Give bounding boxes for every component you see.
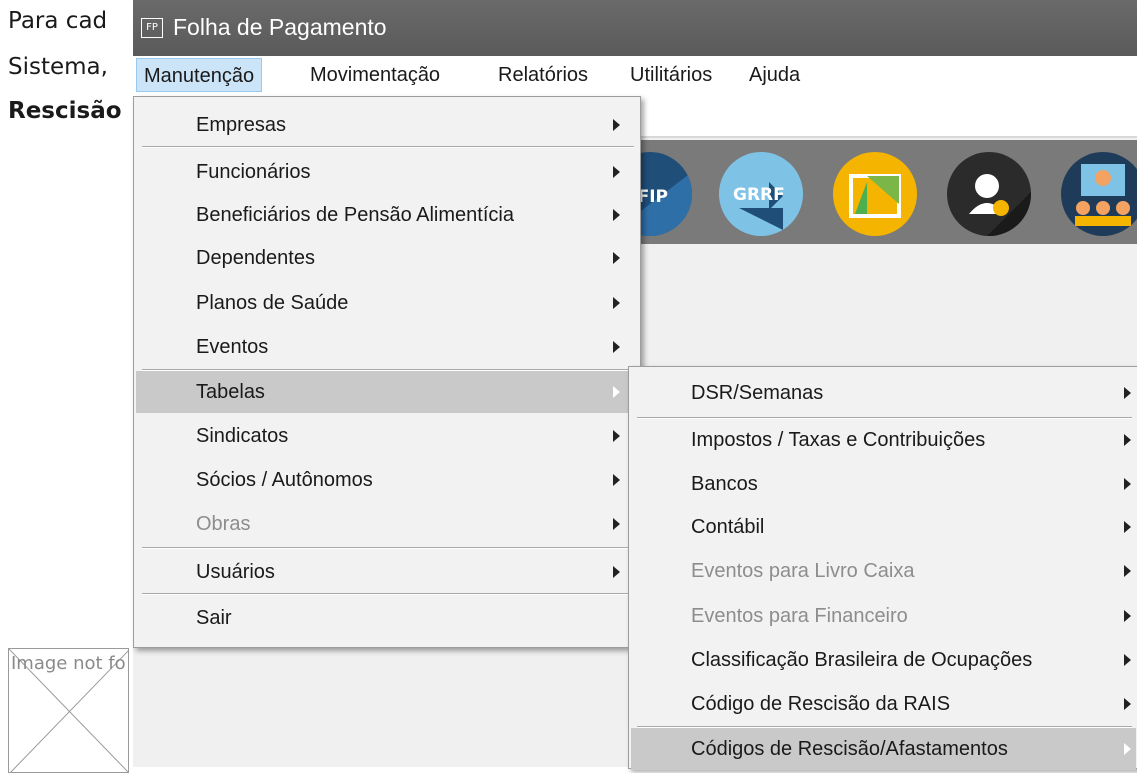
menu-item-obras[interactable]: Obras xyxy=(136,503,638,545)
submenu-item-bancos[interactable]: Bancos xyxy=(631,463,1136,505)
document-text-line-1: Para cad xyxy=(8,8,108,34)
submenu-arrow-icon xyxy=(1124,565,1131,577)
menu-item-label: Código de Rescisão da RAIS xyxy=(691,693,951,715)
title-bar[interactable]: FP Folha de Pagamento xyxy=(133,0,1137,56)
menu-separator xyxy=(142,146,634,148)
menu-item-dependentes[interactable]: Dependentes xyxy=(136,237,638,279)
submenu-item-eventos-livro-caixa[interactable]: Eventos para Livro Caixa xyxy=(631,550,1136,592)
menu-item-label: Eventos para Livro Caixa xyxy=(691,560,915,582)
menu-item-label: Contábil xyxy=(691,516,765,538)
submenu-arrow-icon xyxy=(1124,654,1131,666)
menu-item-label: Códigos de Rescisão/Afastamentos xyxy=(691,738,1008,760)
submenu-item-codigo-rescisao-rais[interactable]: Código de Rescisão da RAIS xyxy=(631,683,1136,725)
menu-movimentacao[interactable]: Movimentação xyxy=(303,58,447,92)
broken-image-placeholder: Image not fo xyxy=(8,648,129,773)
menu-separator xyxy=(142,547,634,549)
submenu-item-dsr-semanas[interactable]: DSR/Semanas xyxy=(631,372,1136,414)
submenu-item-eventos-financeiro[interactable]: Eventos para Financeiro xyxy=(631,595,1136,637)
submenu-arrow-icon xyxy=(1124,743,1131,755)
window-title: Folha de Pagamento xyxy=(173,14,387,40)
tabelas-submenu: DSR/Semanas Impostos / Taxas e Contribui… xyxy=(628,366,1137,770)
menu-item-sindicatos[interactable]: Sindicatos xyxy=(136,415,638,457)
submenu-item-contabil[interactable]: Contábil xyxy=(631,506,1136,548)
submenu-arrow-icon xyxy=(613,566,620,578)
submenu-arrow-icon xyxy=(613,518,620,530)
submenu-arrow-icon xyxy=(613,430,620,442)
menu-item-label: Sindicatos xyxy=(196,425,289,447)
manutencao-menu: Empresas Funcionários Beneficiários de P… xyxy=(133,96,641,648)
menu-bar: Manutenção Movimentação Relatórios Utili… xyxy=(133,56,1137,96)
submenu-item-impostos[interactable]: Impostos / Taxas e Contribuições xyxy=(631,419,1136,461)
menu-item-label: Bancos xyxy=(691,473,758,495)
menu-item-usuarios[interactable]: Usuários xyxy=(136,551,638,593)
menu-item-label: Eventos xyxy=(196,336,269,358)
submenu-arrow-icon xyxy=(613,252,620,264)
menu-item-planos-de-saude[interactable]: Planos de Saúde xyxy=(136,282,638,324)
submenu-arrow-icon xyxy=(1124,521,1131,533)
menu-item-label: Dependentes xyxy=(196,247,315,269)
submenu-arrow-icon xyxy=(613,166,620,178)
menu-item-eventos[interactable]: Eventos xyxy=(136,326,638,368)
submenu-arrow-icon xyxy=(1124,610,1131,622)
grrf-icon[interactable]: GRRF xyxy=(719,152,803,236)
menu-item-label: Obras xyxy=(196,513,251,535)
submenu-arrow-icon xyxy=(613,341,620,353)
menu-item-label: Tabelas xyxy=(196,381,265,403)
submenu-arrow-icon xyxy=(613,119,620,131)
submenu-arrow-icon xyxy=(613,297,620,309)
menu-item-label: Eventos para Financeiro xyxy=(691,605,908,627)
menu-manutencao[interactable]: Manutenção xyxy=(136,58,263,92)
menu-ajuda[interactable]: Ajuda xyxy=(742,58,807,92)
menu-item-socios-autonomos[interactable]: Sócios / Autônomos xyxy=(136,459,638,501)
submenu-arrow-icon xyxy=(1124,698,1131,710)
menu-relatorios[interactable]: Relatórios xyxy=(491,58,595,92)
menu-item-label: DSR/Semanas xyxy=(691,382,824,404)
submenu-arrow-icon xyxy=(613,474,620,486)
menu-item-label: Planos de Saúde xyxy=(196,292,349,314)
menu-item-label: Beneficiários de Pensão Alimentícia xyxy=(196,204,514,226)
submenu-arrow-icon xyxy=(1124,434,1131,446)
document-text-line-2: Sistema, xyxy=(8,54,108,80)
submenu-arrow-icon xyxy=(1124,478,1131,490)
document-text-line-3: Rescisão xyxy=(8,98,122,124)
menu-item-funcionarios[interactable]: Funcionários xyxy=(136,151,638,193)
submenu-item-codigos-rescisao-afastamentos[interactable]: Códigos de Rescisão/Afastamentos xyxy=(631,728,1136,770)
menu-separator xyxy=(142,593,634,595)
menu-item-tabelas[interactable]: Tabelas xyxy=(136,371,638,413)
document-icon[interactable] xyxy=(833,152,917,236)
menu-item-sair[interactable]: Sair xyxy=(136,597,638,639)
menu-item-beneficiarios[interactable]: Beneficiários de Pensão Alimentícia xyxy=(136,194,638,236)
menu-item-label: Classificação Brasileira de Ocupações xyxy=(691,649,1033,671)
support-icon[interactable] xyxy=(947,152,1031,236)
menu-item-label: Funcionários xyxy=(196,161,311,183)
menu-item-label: Sócios / Autônomos xyxy=(196,469,373,491)
menu-utilitarios[interactable]: Utilitários xyxy=(623,58,719,92)
app-icon: FP xyxy=(141,18,163,38)
submenu-item-cbo[interactable]: Classificação Brasileira de Ocupações xyxy=(631,639,1136,681)
broken-image-alt-text: Image not fo xyxy=(11,653,126,674)
submenu-arrow-icon xyxy=(613,209,620,221)
menu-item-label: Usuários xyxy=(196,561,275,583)
menu-item-empresas[interactable]: Empresas xyxy=(136,104,638,146)
users-icon[interactable] xyxy=(1061,152,1137,236)
menu-item-label: Sair xyxy=(196,607,232,629)
menu-item-label: Impostos / Taxas e Contribuições xyxy=(691,429,986,451)
submenu-arrow-icon xyxy=(1124,387,1131,399)
submenu-arrow-icon xyxy=(613,386,620,398)
grrf-icon-text: GRRF xyxy=(733,185,785,205)
menu-item-label: Empresas xyxy=(196,114,287,136)
